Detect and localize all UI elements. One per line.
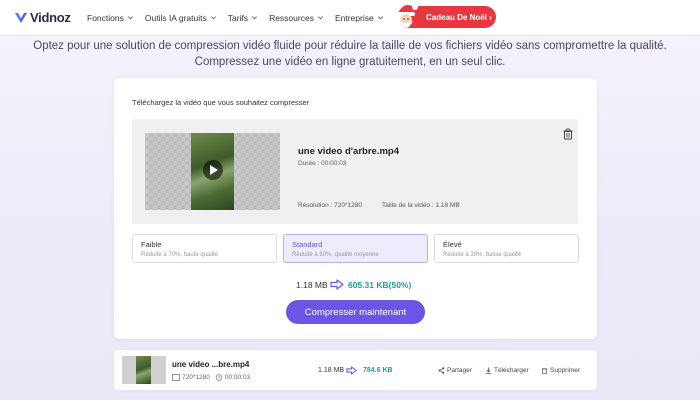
file-name: une video d'arbre.mp4 [298,146,399,157]
trash-icon [541,368,548,374]
intro-line-1: Optez pour une solution de compression v… [33,40,667,52]
result-file-name: une video ...bre.mp4 [172,360,250,369]
chevron-down-icon [377,16,383,20]
result-thumbnail [122,356,166,384]
upload-title: Téléchargez la vidéo que vous souhaitez … [132,98,310,107]
compressor-card: Téléchargez la vidéo que vous souhaitez … [114,78,597,339]
arrow-right-icon [346,366,357,375]
compressed-size: 605.31 KB(50%) [348,280,412,290]
result-compressed-size: 784.6 KB [363,367,393,374]
nav-item-fonctions[interactable]: Fonctions [87,13,134,23]
vidnoz-logo-icon [15,12,27,23]
option-title: Élevé [443,240,462,249]
nav-label: Ressources [269,12,314,23]
trash-icon[interactable] [562,128,574,140]
arrow-right-icon [330,279,344,290]
resolution-icon [172,374,180,381]
share-icon [438,367,445,374]
result-original-size: 1.18 MB [318,367,345,374]
top-nav: Vidnoz Fonctions Outils IA gratuits Tari… [0,0,700,36]
option-eleve[interactable]: Élevé Réduite à 30%, basse qualité [434,234,579,263]
nav-item-tarifs[interactable]: Tarifs [228,13,258,23]
delete-label: Supprimer [550,367,580,374]
chevron-down-icon [210,16,216,20]
chevron-down-icon [317,16,323,20]
download-button[interactable]: Télécharger [485,367,529,374]
result-resolution: 720*1280 [182,374,210,381]
option-faible[interactable]: Faible Réduite à 70%, haute qualité [132,234,277,263]
download-icon [485,367,492,374]
option-desc: Réduite à 50%, qualité moyenne [292,252,379,258]
compress-button[interactable]: Compresser maintenant [286,300,425,324]
download-label: Télécharger [494,367,529,374]
logo-text: Vidnoz [30,10,71,25]
file-size: Taille de la vidéo : 1.18 MB [382,202,460,209]
nav-label: Tarifs [227,12,249,23]
intro-line-2: Compressez une vidéo en ligne gratuiteme… [194,56,506,68]
nav-label: Outils IA gratuits [144,12,207,23]
original-size: 1.18 MB [296,280,328,290]
share-label: Partager [447,367,472,374]
share-button[interactable]: Partager [438,367,472,374]
result-frame [136,356,151,384]
promo-label: Cadeau De Noël › [426,12,492,22]
video-thumbnail[interactable] [145,133,280,210]
clock-icon [215,374,223,381]
vidnoz-logo[interactable]: Vidnoz [14,10,76,25]
result-row: une video ...bre.mp4 720*1280 00:00:03 1… [114,350,597,390]
option-desc: Réduite à 30%, basse qualité [443,252,522,258]
intro-text: Optez pour une solution de compression v… [0,38,700,70]
option-desc: Réduite à 70%, haute qualité [141,252,219,258]
option-title: Standard [292,240,323,249]
chevron-down-icon [127,16,133,20]
option-standard[interactable]: Standard Réduite à 50%, qualité moyenne [283,234,428,263]
delete-button[interactable]: Supprimer [541,367,580,374]
nav-label: Entreprise [334,12,374,23]
file-resolution: Résolution : 720*1280 [298,202,362,209]
play-icon[interactable] [203,160,223,180]
nav-item-ressources[interactable]: Ressources [269,13,324,23]
santa-icon [397,4,418,28]
nav-label: Fonctions [87,12,124,23]
nav-item-entreprise[interactable]: Entreprise [335,13,384,23]
file-duration: Durée : 00:00:03 [298,160,347,167]
nav-item-outils[interactable]: Outils IA gratuits [145,13,217,23]
file-preview-panel: une video d'arbre.mp4 Durée : 00:00:03 R… [132,119,578,224]
option-title: Faible [141,240,162,249]
result-meta: 720*1280 00:00:03 [172,374,250,381]
result-duration: 00:00:03 [224,374,251,381]
chevron-down-icon [252,16,258,20]
